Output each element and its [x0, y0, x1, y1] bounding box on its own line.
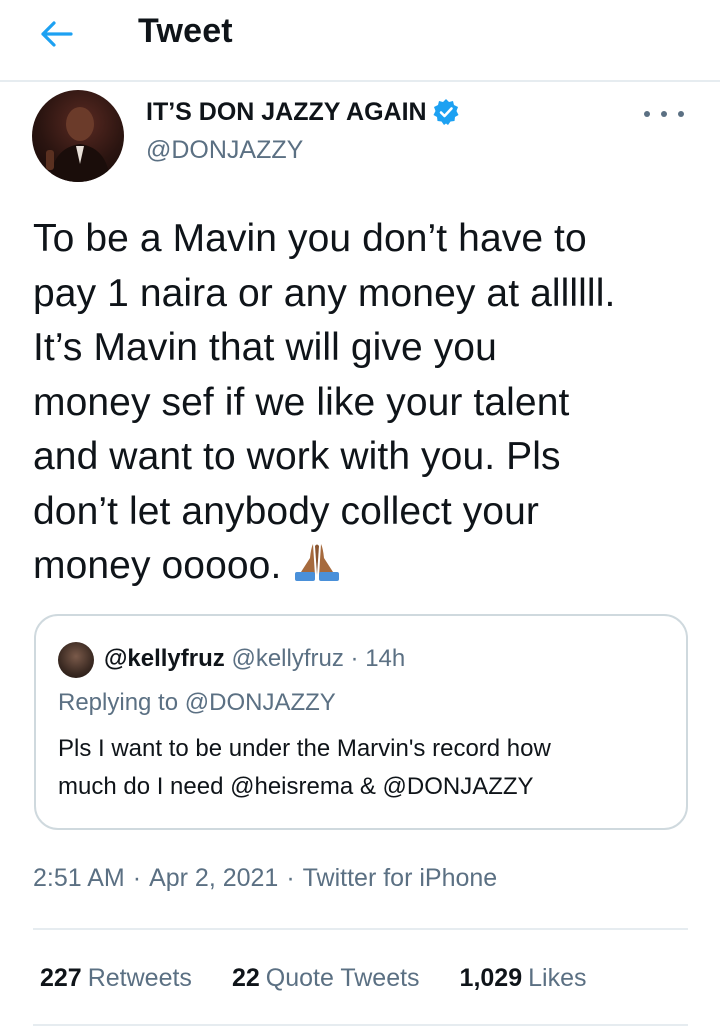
- retweets-label: Retweets: [87, 964, 192, 992]
- retweets-stat[interactable]: 227 Retweets: [40, 958, 192, 998]
- tweet-line: don’t let anybody collect your: [33, 489, 539, 533]
- author-photo: [46, 107, 110, 182]
- quoted-time: 14h: [365, 645, 406, 672]
- tweet-line: money ooooo.: [33, 544, 282, 587]
- more-options-button[interactable]: [644, 102, 684, 126]
- tweet-timestamp-row: 2:51 AM · Apr 2, 2021 · Twitter for iPhone: [33, 858, 497, 898]
- quoted-text-line: much do I need @heisrema & @DONJAZZY: [58, 773, 534, 800]
- tweet-line: money sef if we like your talent: [33, 380, 570, 424]
- tweet-text: To be a Mavin you don’t have to pay 1 na…: [33, 212, 703, 594]
- tweet-source-link[interactable]: Twitter for iPhone: [303, 864, 498, 892]
- author-handle[interactable]: @DONJAZZY: [146, 134, 303, 166]
- likes-stat[interactable]: 1,029 Likes: [460, 958, 587, 998]
- author-avatar[interactable]: [32, 90, 124, 182]
- back-button[interactable]: [30, 14, 84, 54]
- verified-badge-icon: [433, 99, 459, 125]
- quoted-replying-to: Replying to @DONJAZZY: [58, 686, 336, 720]
- author-name-text: IT’S DON JAZZY AGAIN: [146, 98, 427, 126]
- divider: [33, 928, 688, 930]
- tweet-time[interactable]: 2:51 AM: [33, 864, 125, 892]
- likes-label: Likes: [528, 964, 587, 992]
- quoted-separator: ·: [350, 645, 359, 672]
- arrow-left-icon: [41, 21, 73, 47]
- replying-mention: @DONJAZZY: [184, 689, 336, 716]
- tweet-line: To be a Mavin you don’t have to: [33, 217, 587, 260]
- more-dot-icon: [661, 111, 667, 117]
- more-dot-icon: [678, 111, 684, 117]
- quote-tweets-label: Quote Tweets: [265, 964, 420, 992]
- quoted-tweet-card[interactable]: @kellyfruz @kellyfruz · 14h Replying to …: [34, 614, 688, 830]
- tweet-date[interactable]: Apr 2, 2021: [149, 864, 278, 892]
- replying-prefix: Replying to: [58, 689, 179, 716]
- tweet-line: It’s Mavin that will give you: [33, 326, 497, 369]
- tweet-author-row: IT’S DON JAZZY AGAIN @DONJAZZY: [0, 88, 720, 188]
- tweet-last-line: money ooooo.: [33, 539, 703, 594]
- quote-tweets-stat[interactable]: 22 Quote Tweets: [232, 958, 420, 998]
- tweet-line: pay 1 naira or any money at allllll.: [33, 271, 616, 315]
- author-display-name[interactable]: IT’S DON JAZZY AGAIN: [146, 96, 461, 128]
- folded-hands-emoji-icon: [295, 544, 340, 581]
- quoted-author-avatar: [58, 642, 94, 678]
- quoted-tweet-text: Pls I want to be under the Marvin's reco…: [58, 730, 668, 806]
- quoted-tweet-header: @kellyfruz @kellyfruz · 14h: [104, 642, 405, 676]
- more-dot-icon: [644, 111, 650, 117]
- quoted-author-handle: @kellyfruz: [231, 645, 344, 672]
- tweet-stats-row: 227 Retweets 22 Quote Tweets 1,029 Likes: [40, 958, 626, 998]
- meta-separator: ·: [286, 864, 295, 892]
- quoted-text-line: Pls I want to be under the Marvin's reco…: [58, 735, 551, 762]
- top-bar: Tweet: [0, 0, 720, 82]
- likes-count: 1,029: [459, 964, 523, 992]
- retweets-count: 227: [40, 964, 82, 992]
- quote-tweets-count: 22: [231, 964, 260, 992]
- tweet-line: and want to work with you. Pls: [33, 435, 561, 478]
- divider: [33, 1024, 688, 1026]
- meta-separator: ·: [132, 864, 142, 892]
- quoted-author-name: @kellyfruz: [104, 645, 225, 672]
- page-title: Tweet: [138, 12, 233, 50]
